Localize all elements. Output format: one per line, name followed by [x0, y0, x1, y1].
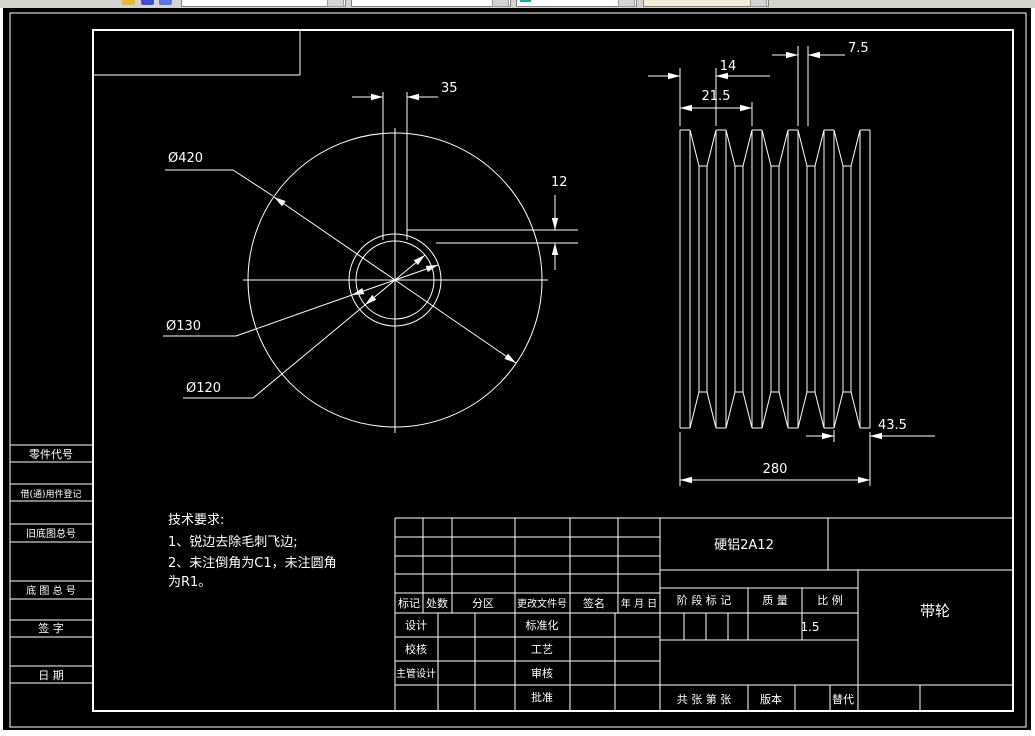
- toolbar-icon-2[interactable]: [141, 0, 154, 5]
- tb-material: 硬铝2A12: [714, 538, 774, 553]
- tb-mass-label: 质 量: [762, 594, 788, 607]
- tb-header-count: 处数: [426, 597, 448, 610]
- tb-header-zone: 分区: [472, 597, 494, 610]
- dim-label-43-5: 43.5: [878, 418, 907, 433]
- dim-label-280: 280: [763, 462, 788, 477]
- dim-label-dia120: Ø120: [186, 381, 221, 396]
- dim-label-35: 35: [441, 81, 458, 96]
- chevron-down-icon[interactable]: ▾: [327, 0, 344, 7]
- dim-label-dia420: Ø420: [168, 151, 203, 166]
- dim-label-21-5: 21.5: [702, 89, 731, 104]
- side-view-dimension-labels: 14 21.5 7.5 43.5 280: [702, 41, 907, 477]
- tb-version-label: 版本: [760, 692, 782, 706]
- tb-row-design: 设计: [405, 619, 427, 632]
- tb-header-change-file: 更改文件号: [517, 597, 567, 610]
- chevron-down-icon[interactable]: ▾: [618, 0, 635, 7]
- tech-requirements: 技术要求: 1、锐边去除毛刺飞边; 2、未注倒角为C1，未注圆角 为R1。: [168, 513, 337, 590]
- margin-label-borrowed: 借(通)用件登记: [20, 488, 81, 500]
- margin-label-date: 日 期: [38, 669, 64, 682]
- tb-header-date: 年 月 日: [621, 597, 657, 610]
- dim-label-7-5: 7.5: [848, 41, 869, 56]
- tb-row-standardize: 标准化: [526, 618, 559, 632]
- groove-edge-verticals: [679, 130, 871, 428]
- margin-label-signature: 签 字: [38, 621, 64, 635]
- tb-scale-label: 比 例: [817, 593, 843, 607]
- toolbar-dropdown-1[interactable]: ▾: [181, 0, 346, 7]
- tb-row-approve: 批准: [531, 690, 553, 704]
- tech-req-line-1: 1、锐边去除毛刺飞边;: [168, 535, 298, 550]
- front-view-pulley: [163, 92, 578, 433]
- tb-stage-label: 阶 段 标 记: [677, 593, 732, 607]
- margin-label-part-code: 零件代号: [29, 448, 73, 461]
- margin-label-base-no: 底 图 总 号: [26, 584, 76, 597]
- keyway-depth-extension-lines: [407, 229, 578, 244]
- toolbar-icon-3[interactable]: [159, 0, 172, 5]
- side-view-extension-lines: [679, 46, 871, 486]
- tech-req-title: 技术要求:: [168, 513, 224, 528]
- tb-header-mark: 标记: [398, 596, 420, 610]
- tech-req-line-2: 2、未注倒角为C1，未注圆角: [168, 556, 337, 571]
- rib-edges: [680, 129, 870, 429]
- chevron-down-icon[interactable]: ▾: [492, 0, 509, 7]
- tb-part-name: 带轮: [920, 602, 950, 620]
- title-block: 标记 处数 分区 更改文件号 签名 年 月 日 设计 校核 主管设计 标准化 工…: [396, 538, 950, 706]
- toolbar: ▾ ▾ ▾ ▾: [0, 0, 1035, 8]
- toolbar-dropdown-4[interactable]: ▾: [643, 0, 769, 7]
- margin-label-column: 零件代号 借(通)用件登记 旧底图总号 底 图 总 号 签 字 日 期: [20, 448, 81, 682]
- toolbar-dropdown-2[interactable]: ▾: [351, 0, 511, 7]
- color-swatch-icon: [520, 0, 531, 2]
- toolbar-icon-1[interactable]: [122, 0, 135, 5]
- dim-label-14: 14: [720, 59, 737, 74]
- tb-substitute-label: 替代: [832, 692, 854, 706]
- toolbar-dropdown-3[interactable]: ▾: [516, 0, 637, 7]
- tech-req-line-3: 为R1。: [168, 575, 211, 590]
- dim-label-dia130: Ø130: [166, 319, 201, 334]
- tb-row-check: 校核: [405, 642, 427, 656]
- chevron-down-icon[interactable]: ▾: [750, 0, 767, 7]
- tb-row-review: 审核: [531, 666, 553, 680]
- tb-header-sign: 签名: [583, 596, 605, 610]
- dim-label-12: 12: [551, 175, 568, 190]
- tb-row-chief-design: 主管设计: [396, 667, 436, 680]
- dia420-leader: [165, 169, 274, 197]
- tb-row-process: 工艺: [531, 643, 553, 656]
- drawing-svg[interactable]: 零件代号 借(通)用件登记 旧底图总号 底 图 总 号 签 字 日 期 35 1…: [0, 0, 1035, 736]
- tb-scale-value: 1.5: [800, 620, 819, 634]
- tb-sheet-info: 共 张 第 张: [677, 692, 732, 706]
- groove-bottom-verticals: [698, 166, 852, 392]
- sheet-border: [9, 12, 1027, 728]
- front-view-dimension-labels: 35 12 Ø420 Ø130 Ø120: [166, 81, 568, 396]
- margin-label-old-base-no: 旧底图总号: [26, 527, 76, 540]
